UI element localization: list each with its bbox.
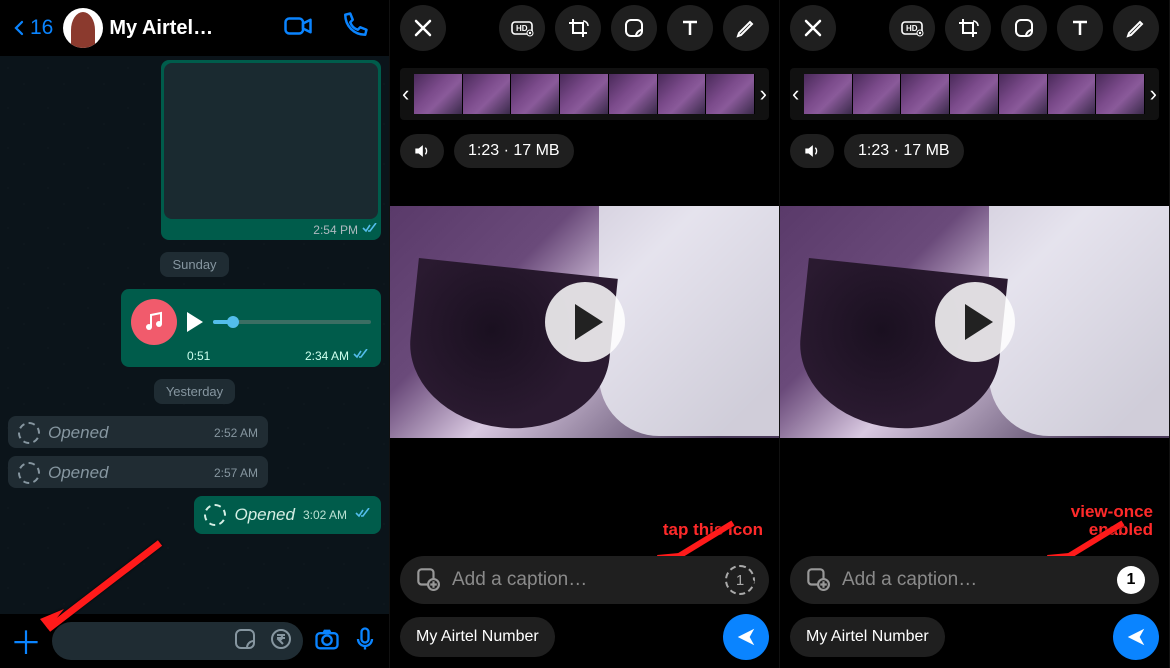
send-button[interactable]: [723, 614, 769, 660]
play-button[interactable]: [935, 282, 1015, 362]
sticker-icon[interactable]: [233, 627, 257, 656]
read-ticks-icon: [362, 223, 378, 237]
caption-input[interactable]: Add a caption…: [842, 569, 1105, 591]
annotation-label: tap this icon: [663, 521, 763, 540]
chat-body[interactable]: 2:54 PM Sunday 0:51: [0, 56, 389, 614]
caption-input[interactable]: Add a caption…: [452, 569, 713, 591]
svg-text:HD: HD: [516, 24, 528, 33]
mic-icon[interactable]: [351, 625, 379, 658]
opened-label: Opened: [48, 423, 206, 443]
back-button[interactable]: 16: [10, 14, 53, 42]
chevron-left-icon: [10, 14, 28, 42]
trim-left-handle[interactable]: ‹: [402, 81, 409, 107]
video-meta-pill: 1:23 · 17 MB: [454, 134, 574, 168]
draw-button[interactable]: [723, 5, 769, 51]
opened-label: Opened: [48, 463, 206, 483]
trim-right-handle[interactable]: ›: [760, 81, 767, 107]
add-media-icon[interactable]: [414, 565, 440, 596]
play-icon[interactable]: [187, 312, 203, 332]
text-button[interactable]: [667, 5, 713, 51]
chat-header: 16 My Airtel…: [0, 0, 389, 56]
draw-button[interactable]: [1113, 5, 1159, 51]
text-button[interactable]: [1057, 5, 1103, 51]
media-editor-before: HD ‹ › 1:23 · 17 MB tap this icon: [390, 0, 780, 668]
view-once-opened-in[interactable]: Opened 2:57 AM: [8, 456, 268, 488]
crop-rotate-button[interactable]: [555, 5, 601, 51]
view-once-icon: [18, 462, 40, 484]
sticker-button[interactable]: [1001, 5, 1047, 51]
video-trim-strip[interactable]: ‹ ›: [400, 68, 769, 120]
audio-duration: 0:51: [187, 349, 210, 363]
view-once-toggle-on[interactable]: 1: [1117, 566, 1145, 594]
message-time: 2:52 AM: [214, 426, 258, 440]
svg-text:HD: HD: [906, 24, 918, 33]
preview-figure: [599, 206, 779, 436]
view-once-icon: [18, 422, 40, 444]
chat-title[interactable]: My Airtel…: [109, 17, 277, 40]
video-preview[interactable]: [390, 206, 779, 438]
close-button[interactable]: [400, 5, 446, 51]
message-time: 3:02 AM: [303, 508, 347, 522]
editor-toolbar: HD: [390, 0, 779, 56]
date-separator: Sunday: [160, 252, 228, 277]
media-editor-after: HD ‹ › 1:23 · 17 MB view-onceenabl: [780, 0, 1170, 668]
opened-label: Opened: [234, 505, 295, 525]
mute-toggle[interactable]: [790, 134, 834, 168]
message-time: 2:57 AM: [214, 466, 258, 480]
add-media-icon[interactable]: [804, 565, 830, 596]
message-time: 2:34 AM: [305, 349, 349, 363]
chat-screen: 16 My Airtel… 2:54 PM: [0, 0, 390, 668]
sticker-button[interactable]: [611, 5, 657, 51]
read-ticks-icon: [355, 506, 371, 524]
trim-left-handle[interactable]: ‹: [792, 81, 799, 107]
editor-toolbar: HD: [780, 0, 1169, 56]
camera-icon[interactable]: [313, 625, 341, 658]
recipient-chip[interactable]: My Airtel Number: [400, 617, 555, 657]
crop-rotate-button[interactable]: [945, 5, 991, 51]
attach-plus-icon[interactable]: ＋: [10, 618, 42, 664]
video-preview[interactable]: [780, 206, 1169, 438]
view-once-opened-in[interactable]: Opened 2:52 AM: [8, 416, 268, 448]
video-trim-strip[interactable]: ‹ ›: [790, 68, 1159, 120]
recipient-chip[interactable]: My Airtel Number: [790, 617, 945, 657]
hd-quality-button[interactable]: HD: [499, 5, 545, 51]
caption-bar: Add a caption… 1: [400, 556, 769, 604]
image-placeholder: [164, 63, 378, 219]
send-button[interactable]: [1113, 614, 1159, 660]
video-meta-pill: 1:23 · 17 MB: [844, 134, 964, 168]
play-button[interactable]: [545, 282, 625, 362]
image-message-out[interactable]: 2:54 PM: [161, 60, 381, 240]
hd-quality-button[interactable]: HD: [889, 5, 935, 51]
audio-progress[interactable]: [213, 320, 371, 324]
audio-message-out[interactable]: 0:51 2:34 AM: [121, 289, 381, 367]
view-once-opened-out[interactable]: Opened 3:02 AM: [194, 496, 381, 534]
annotation-label: view-onceenabled: [1071, 503, 1153, 540]
mute-toggle[interactable]: [400, 134, 444, 168]
video-frames: [804, 74, 1145, 114]
rupee-icon[interactable]: [269, 627, 293, 656]
caption-bar: Add a caption… 1: [790, 556, 1159, 604]
close-button[interactable]: [790, 5, 836, 51]
date-separator: Yesterday: [154, 379, 235, 404]
preview-figure: [989, 206, 1169, 436]
avatar[interactable]: [63, 8, 103, 48]
chat-input-bar: ＋: [0, 614, 389, 668]
read-ticks-icon: [353, 349, 369, 363]
view-once-icon: [204, 504, 226, 526]
video-frames: [414, 74, 755, 114]
message-time: 2:54 PM: [313, 223, 358, 237]
message-input[interactable]: [52, 622, 303, 660]
voice-call-icon[interactable]: [339, 11, 369, 46]
trim-right-handle[interactable]: ›: [1150, 81, 1157, 107]
video-call-icon[interactable]: [283, 11, 313, 46]
unread-count: 16: [30, 16, 53, 40]
view-once-toggle-off[interactable]: 1: [725, 565, 755, 595]
music-note-icon: [131, 299, 177, 345]
